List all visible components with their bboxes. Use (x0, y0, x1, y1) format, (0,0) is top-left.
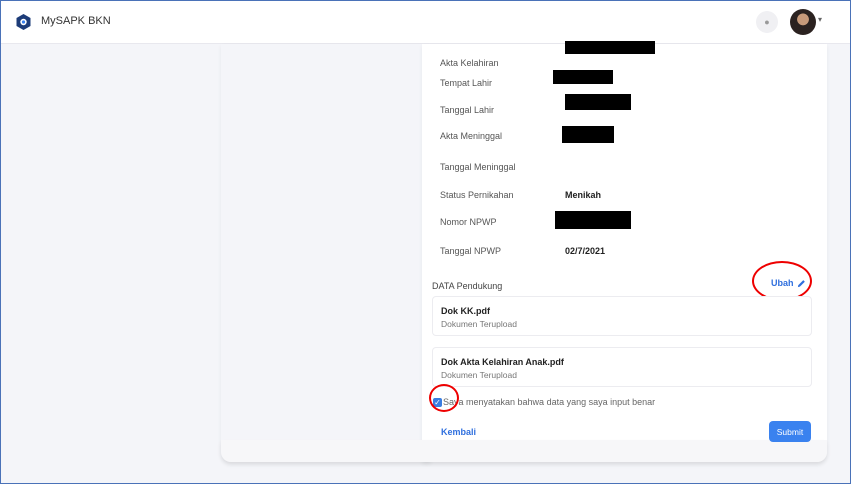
document-item[interactable]: Dok KK.pdf Dokumen Terupload (432, 296, 812, 336)
redaction-box (553, 70, 613, 84)
declaration-label: Saya menyatakan bahwa data yang saya inp… (443, 397, 656, 407)
document-status: Dokumen Terupload (441, 319, 517, 329)
document-status: Dokumen Terupload (441, 370, 517, 380)
field-label: Tanggal NPWP (440, 246, 502, 256)
back-link[interactable]: Kembali (441, 427, 476, 437)
document-name: Dok KK.pdf (441, 306, 490, 316)
document-item[interactable]: Dok Akta Kelahiran Anak.pdf Dokumen Teru… (432, 347, 812, 387)
app-title: MySAPK BKN (41, 15, 111, 27)
redaction-box (565, 41, 655, 54)
field-value: Menikah (565, 190, 602, 200)
redaction-box (562, 126, 614, 143)
submit-button[interactable]: Submit (769, 421, 811, 442)
field-label: Akta Kelahiran (440, 58, 499, 68)
top-navbar: MySAPK BKN ● ▾ (1, 1, 850, 44)
bell-icon[interactable]: ● (756, 11, 778, 33)
redaction-box (565, 94, 631, 110)
field-label: Tanggal Lahir (440, 105, 495, 115)
field-label: Status Pernikahan (440, 190, 514, 200)
field-label: Akta Meninggal (440, 131, 503, 141)
annotation-circle (752, 261, 812, 301)
field-value: 02/7/2021 (565, 246, 606, 256)
user-avatar[interactable] (790, 9, 816, 35)
mysapk-logo-icon (16, 14, 31, 30)
section-title: DATA Pendukung (432, 281, 503, 291)
document-name: Dok Akta Kelahiran Anak.pdf (441, 357, 564, 367)
field-label: Tanggal Meninggal (440, 162, 516, 172)
annotation-circle (429, 384, 459, 412)
redaction-box (555, 211, 631, 229)
field-label: Nomor NPWP (440, 217, 497, 227)
chevron-down-icon[interactable]: ▾ (818, 15, 822, 24)
left-panel (221, 44, 431, 462)
field-label: Tempat Lahir (440, 78, 493, 88)
card-footer-strip (221, 440, 827, 462)
